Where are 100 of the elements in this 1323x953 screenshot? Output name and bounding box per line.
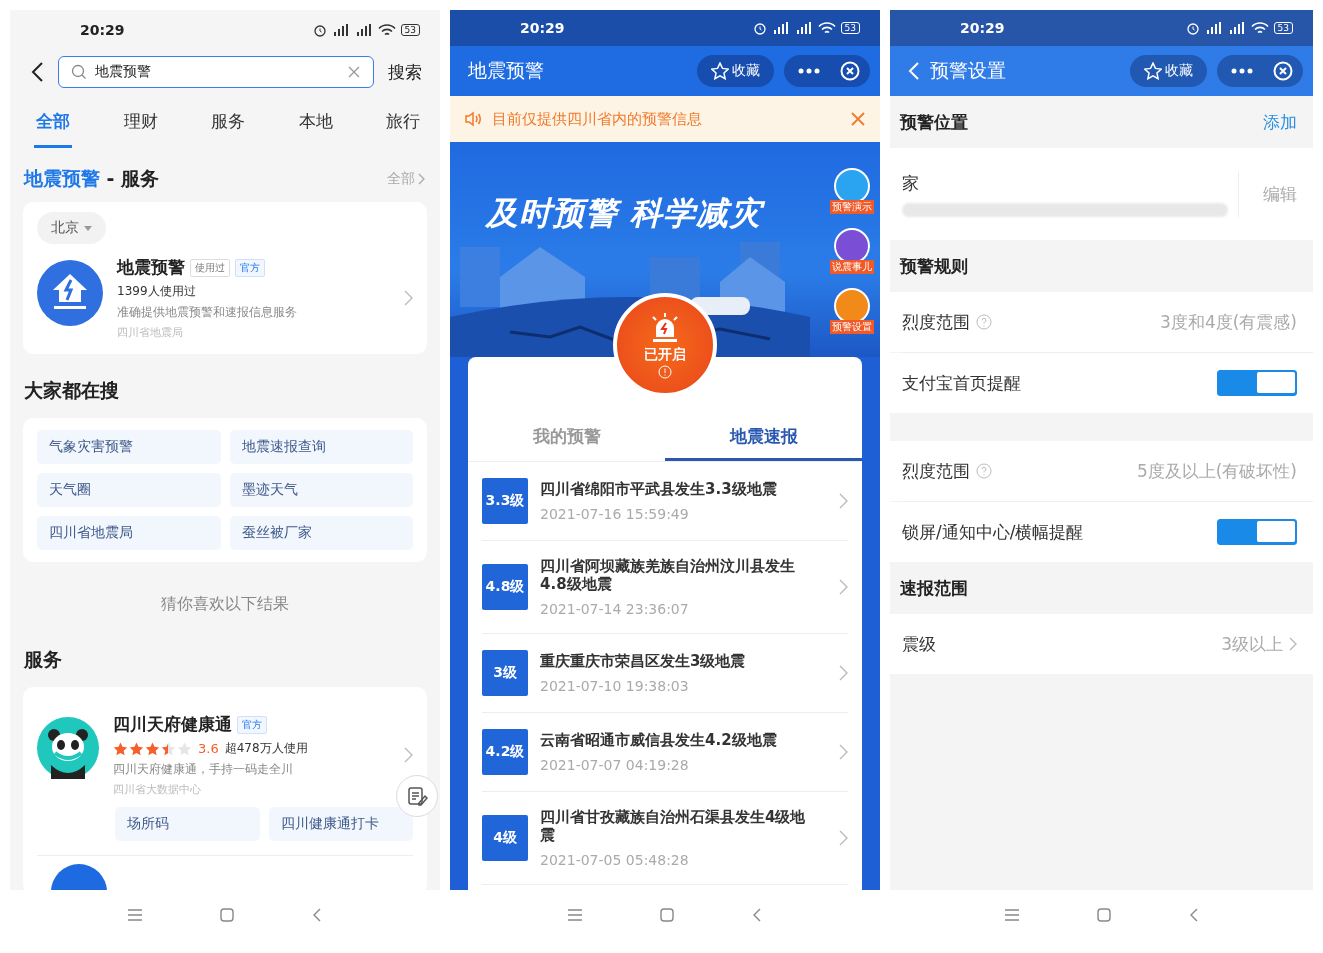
search-icon	[71, 64, 87, 80]
setting-label: 烈度范围	[902, 459, 970, 483]
favorite-button[interactable]: 收藏	[697, 55, 774, 87]
category-tab[interactable]: 本地	[296, 104, 335, 148]
menu-icon[interactable]	[1004, 909, 1019, 921]
notice-text: 目前仅提供四川省内的预警信息	[492, 109, 703, 129]
more-icon[interactable]	[1231, 68, 1253, 74]
chevron-icon	[1289, 637, 1297, 651]
search-suggestion[interactable]: 天气圈	[37, 473, 221, 507]
category-tab[interactable]: 理财	[121, 104, 160, 148]
page-title: 预警设置	[930, 58, 1007, 83]
section-heading: 大家都在搜	[23, 378, 120, 403]
home-square-icon[interactable]	[660, 908, 674, 922]
service-shortcut[interactable]: 四川健康通打卡	[268, 807, 413, 841]
back-icon[interactable]	[30, 61, 44, 83]
magnitude-badge: 3级	[482, 650, 528, 696]
signal-icon	[794, 22, 813, 34]
category-tab[interactable]: 旅行	[384, 104, 422, 148]
app-description: 准确提供地震预警和速报信息服务	[117, 304, 298, 321]
alarm-clock-icon	[312, 23, 327, 37]
setting-row[interactable]: 震级 3级以上	[890, 614, 1313, 674]
signal-icon	[771, 22, 790, 34]
wifi-icon	[377, 23, 396, 37]
earthquake-time: 2021-07-14 23:36:07	[540, 601, 690, 617]
home-square-icon[interactable]	[220, 908, 234, 922]
menu-icon[interactable]	[568, 909, 582, 921]
provider-name: 四川省地震局	[117, 325, 184, 340]
setting-label: 支付宝首页提醒	[902, 371, 1021, 395]
house-crack-logo-icon	[37, 260, 103, 326]
search-suggestion[interactable]: 气象灾害预警	[37, 430, 221, 464]
report-tab[interactable]: 地震速报	[665, 417, 862, 461]
search-suggestion[interactable]: 蚕丝被厂家	[229, 516, 413, 550]
chevron-icon	[404, 290, 413, 306]
earthquake-time: 2021-07-05 05:48:28	[540, 852, 690, 868]
setting-value: 3级以上	[1220, 632, 1283, 656]
earthquake-item[interactable]: 3级 重庆重庆市荣昌区发生3级地震 2021-07-10 19:38:03	[482, 634, 848, 713]
chevron-icon	[839, 493, 848, 509]
search-suggestion[interactable]: 四川省地震局	[37, 516, 221, 550]
city-dropdown[interactable]: 北京	[37, 212, 106, 244]
usage-count: 超478万人使用	[224, 740, 308, 757]
earthquake-item[interactable]: 4.8级 四川省阿坝藏族羌族自治州汶川县发生4.8级地震 2021-07-14 23:36:07	[482, 541, 848, 634]
more-icon[interactable]	[798, 68, 820, 74]
menu-icon[interactable]	[128, 909, 142, 921]
setting-row[interactable]: 烈度范围 3度和4度(有震感)	[890, 292, 1313, 352]
alarm-clock-icon	[752, 21, 767, 35]
settings-section-title: 预警规则	[900, 254, 968, 278]
battery-level: 53	[400, 24, 420, 36]
speaker-icon	[464, 111, 482, 127]
toggle-switch[interactable]	[1217, 519, 1297, 545]
search-suggestion[interactable]: 墨迹天气	[229, 473, 413, 507]
settings-section-title: 预警位置	[900, 110, 968, 134]
chevron-icon	[839, 830, 848, 846]
rating-score: 3.6	[198, 741, 219, 756]
section-title: 地震预警 - 服务	[24, 166, 160, 191]
app-title: 四川天府健康通	[113, 713, 232, 736]
clear-icon[interactable]	[347, 65, 361, 79]
home-square-icon[interactable]	[1096, 908, 1111, 922]
earthquake-time: 2021-07-16 15:59:49	[540, 506, 690, 522]
search-field[interactable]: 地震预警	[58, 56, 374, 88]
earthquake-item[interactable]: 4级 四川省甘孜藏族自治州石渠县发生4级地震 2021-07-05 05:48:28	[482, 792, 848, 885]
chevron-icon	[404, 747, 413, 763]
earthquake-title: 云南省昭通市威信县发生4.2级地震	[540, 731, 778, 749]
toggle-switch[interactable]	[1217, 370, 1297, 396]
app-tag: 官方	[235, 258, 265, 277]
setting-label: 锁屏/通知中心/横幅提醒	[902, 520, 1084, 544]
page-title: 地震预警	[468, 58, 545, 83]
chevron-icon	[418, 173, 426, 185]
search-button[interactable]: 搜索	[388, 60, 422, 84]
notepad-pencil-icon	[406, 785, 428, 807]
star-icon	[711, 62, 729, 80]
chevron-icon	[839, 579, 848, 595]
earthquake-item[interactable]: 4.2级 云南省昭通市威信县发生4.2级地震 2021-07-07 04:19:28	[482, 713, 848, 792]
setting-value: 5度及以上(有破坏性)	[1135, 459, 1297, 483]
search-suggestion[interactable]: 地震速报查询	[229, 430, 413, 464]
signal-icon	[1204, 22, 1223, 34]
category-tab[interactable]: 全部	[34, 104, 72, 148]
location-name: 家	[902, 171, 920, 195]
magnitude-badge: 4级	[482, 815, 528, 861]
usage-count: 1399人使用过	[117, 283, 197, 300]
earthquake-title: 重庆重庆市荣昌区发生3级地震	[540, 652, 747, 670]
settings-section-title: 速报范围	[900, 576, 968, 600]
alarm-clock-icon	[1185, 21, 1200, 35]
search-value: 地震预警	[95, 63, 152, 81]
chevron-icon	[839, 665, 848, 681]
status-time: 20:29	[80, 22, 125, 38]
earthquake-title: 四川省阿坝藏族羌族自治州汶川县发生4.8级地震	[540, 557, 796, 593]
provider-name: 四川省大数据中心	[113, 782, 202, 797]
wifi-icon	[1250, 21, 1269, 35]
earthquake-item[interactable]: 3.3级 四川省绵阳市平武县发生3.3级地震 2021-07-16 15:59:49	[482, 462, 848, 541]
chevron-icon	[839, 744, 848, 760]
panda-avatar-drawing	[37, 717, 99, 779]
setting-row[interactable]: 烈度范围 5度及以上(有破坏性)	[890, 441, 1313, 501]
caret-icon	[84, 225, 92, 231]
banner-slogan: 及时预警 科学减灾	[486, 193, 763, 234]
magnitude-badge: 4.2级	[482, 729, 528, 775]
category-tab[interactable]: 服务	[209, 104, 247, 148]
favorite-button[interactable]: 收藏	[1130, 55, 1207, 87]
info-icon	[658, 365, 672, 379]
recommendation-caption: 猜你喜欢以下结果	[160, 593, 290, 615]
service-shortcut[interactable]: 场所码	[115, 807, 260, 841]
